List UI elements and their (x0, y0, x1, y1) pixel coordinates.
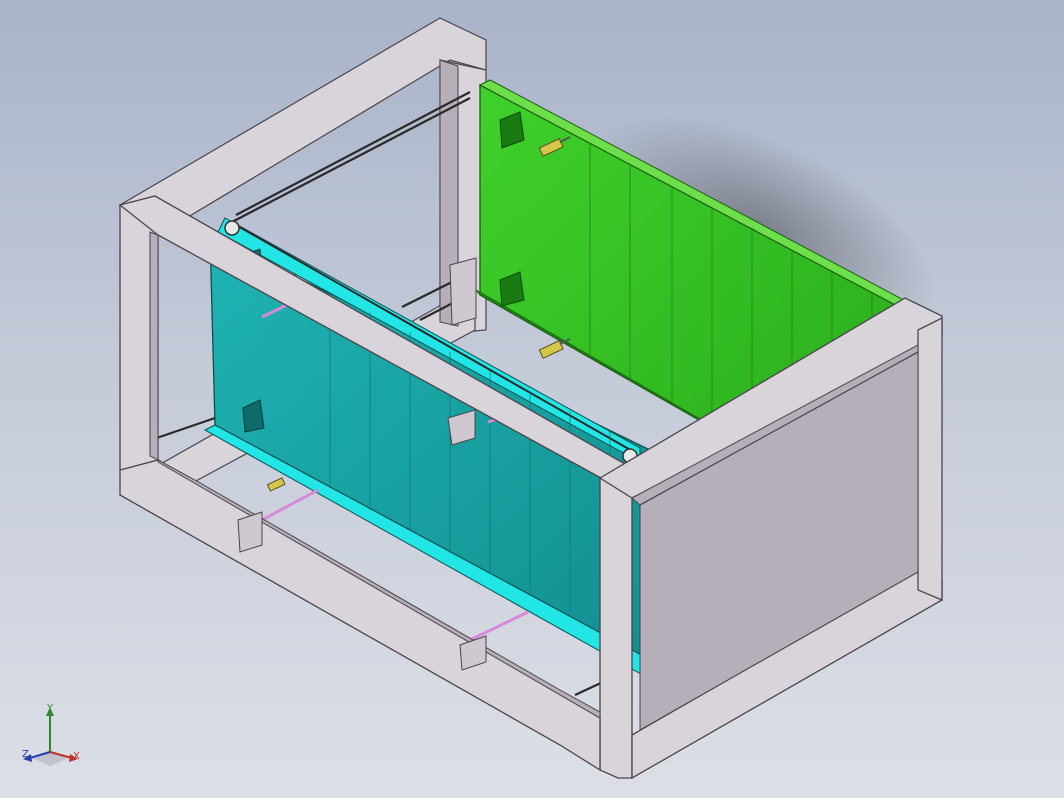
front-handle-lower-left[interactable] (261, 488, 319, 522)
triad-x-label: X (73, 751, 80, 762)
front-roller-left (224, 220, 240, 236)
notch-block-back (449, 257, 477, 326)
triad-y-label: Y (47, 703, 54, 714)
front-latch-bottom[interactable] (266, 477, 286, 492)
front-handle-lower-right[interactable] (469, 610, 529, 642)
frame-top-back-rail[interactable] (118, 17, 487, 236)
graphics-viewport[interactable]: Y X Z (0, 0, 1064, 798)
triad-z-label: Z (22, 749, 29, 760)
frame-front-right-post[interactable] (599, 467, 633, 779)
frame-far-right-post[interactable] (917, 316, 943, 601)
coordinate-triad: Y X Z (18, 700, 88, 775)
cad-model-view[interactable] (0, 0, 1064, 798)
rear-latch-bottom[interactable] (538, 338, 571, 359)
